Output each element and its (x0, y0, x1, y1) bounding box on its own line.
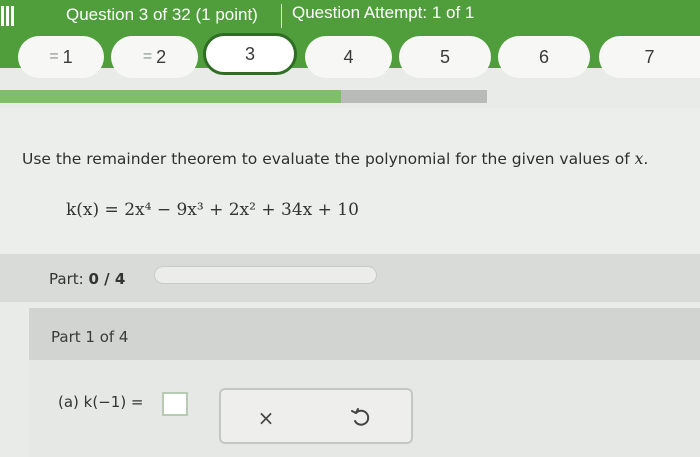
question-nav-4[interactable]: 4 (305, 36, 392, 78)
question-nav-2[interactable]: = 2 (111, 36, 198, 78)
question-number: 3 (244, 43, 255, 64)
header-divider (281, 4, 282, 28)
part-label: Part: (49, 270, 84, 288)
part-score: 0 / 4 (88, 270, 126, 288)
x-icon[interactable]: × (256, 408, 276, 428)
part-score-label: Part: 0 / 4 (49, 270, 125, 288)
prompt-end: . (643, 150, 649, 168)
question-prompt: Use the remainder theorem to evaluate th… (22, 150, 648, 168)
question-nav-3[interactable]: 3 (203, 33, 297, 75)
question-nav-6[interactable]: 6 (498, 36, 590, 78)
question-number: 6 (538, 46, 549, 67)
question-number: 7 (644, 46, 655, 67)
question-title: Question 3 of 32 (1 point) (66, 5, 258, 24)
question-number: 5 (439, 46, 450, 67)
answered-marker: = (49, 48, 59, 65)
question-nav-7[interactable]: 7 (599, 36, 700, 78)
attempt-label: Question Attempt: 1 of 1 (292, 3, 475, 22)
undo-icon[interactable] (349, 405, 373, 429)
question-nav-1[interactable]: = 1 (18, 36, 104, 78)
question-number: 4 (343, 46, 354, 67)
question-number: 2 (156, 46, 167, 67)
answer-label: (a) k(−1) = (58, 393, 144, 411)
part-progress-bar (154, 266, 377, 284)
action-panel (219, 388, 413, 444)
question-area (0, 108, 700, 254)
hamburger-icon[interactable] (0, 3, 20, 33)
progress-fill (0, 90, 341, 103)
question-number: 1 (62, 46, 73, 67)
answered-marker: = (142, 48, 153, 65)
prompt-text: Use the remainder theorem to evaluate th… (22, 150, 630, 168)
question-nav-5[interactable]: 5 (399, 36, 491, 78)
part-of-label: Part 1 of 4 (51, 328, 129, 346)
polynomial: k(x) = 2x⁴ − 9x³ + 2x² + 34x + 10 (66, 200, 359, 220)
answer-input[interactable] (162, 392, 188, 416)
